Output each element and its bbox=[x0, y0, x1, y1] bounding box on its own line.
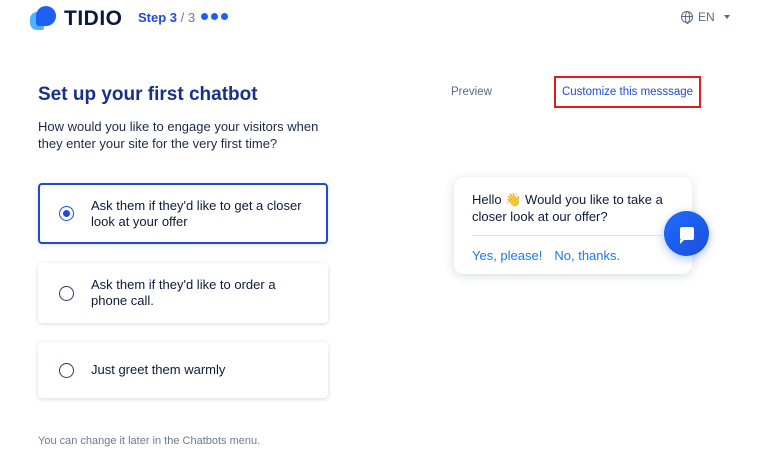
tidio-logo[interactable]: TIDIO bbox=[30, 4, 123, 32]
step-dot-3 bbox=[221, 13, 228, 20]
chevron-down-icon bbox=[723, 15, 730, 19]
option-closer-look[interactable]: Ask them if they'd like to get a closer … bbox=[38, 183, 328, 244]
step-dots bbox=[201, 13, 228, 20]
preview-label: Preview bbox=[451, 86, 492, 98]
option-label: Ask them if they'd like to get a closer … bbox=[91, 197, 302, 229]
option-phone-call[interactable]: Ask them if they'd like to order a phone… bbox=[38, 263, 328, 323]
brand-name: TIDIO bbox=[64, 7, 123, 30]
action-no-button[interactable]: No, thanks. bbox=[554, 248, 620, 263]
radio-unselected-icon[interactable] bbox=[59, 285, 74, 301]
chat-preview-bubble: Hello 👋 Would you like to take a closer … bbox=[454, 177, 692, 274]
bubble-divider bbox=[472, 235, 662, 236]
tidio-bubble-logo-icon bbox=[30, 4, 58, 32]
customize-message-link[interactable]: Customize this messsage bbox=[554, 76, 701, 108]
page-title: Set up your first chatbot bbox=[38, 84, 258, 105]
step-indicator: Step 3 / 3 bbox=[138, 10, 195, 25]
chat-bubble-icon bbox=[679, 227, 694, 244]
footer-note: You can change it later in the Chatbots … bbox=[38, 435, 261, 447]
preview-message: Hello 👋 Would you like to take a closer … bbox=[472, 192, 663, 224]
option-label: Ask them if they'd like to order a phone… bbox=[91, 277, 276, 308]
language-value: EN bbox=[698, 10, 715, 24]
radio-unselected-icon[interactable] bbox=[59, 362, 74, 378]
globe-icon bbox=[681, 11, 693, 24]
language-selector[interactable]: EN bbox=[681, 10, 730, 24]
preview-actions: Yes, please! No, thanks. bbox=[472, 248, 620, 263]
radio-selected-icon[interactable] bbox=[59, 206, 74, 221]
step-dot-1 bbox=[201, 13, 208, 20]
option-label: Just greet them warmly bbox=[91, 362, 226, 377]
step-dot-2 bbox=[211, 13, 218, 20]
step-current: Step 3 bbox=[138, 10, 178, 25]
page-subtitle: How would you like to engage your visito… bbox=[38, 119, 319, 151]
option-greet-warmly[interactable]: Just greet them warmly bbox=[38, 342, 328, 398]
step-total: / 3 bbox=[177, 10, 196, 25]
chat-launcher-button[interactable] bbox=[664, 211, 709, 256]
action-yes-button[interactable]: Yes, please! bbox=[472, 248, 542, 263]
